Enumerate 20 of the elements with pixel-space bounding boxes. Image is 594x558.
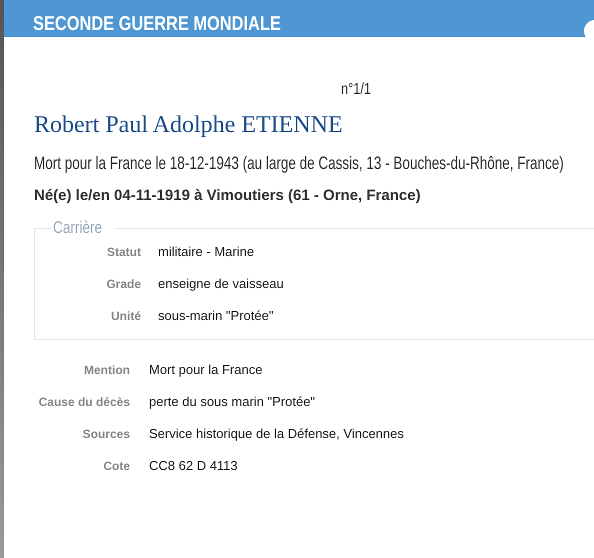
field-label: Unité bbox=[110, 309, 141, 323]
field-label: Sources bbox=[82, 427, 130, 441]
field-value: Mort pour la France bbox=[149, 362, 262, 377]
death-info: Mort pour la France le 18-12-1943 (au large de Cassis, 13 - Bouches-du-Rhône, France) bbox=[34, 153, 564, 174]
field-label: Statut bbox=[106, 245, 141, 259]
field-value: militaire - Marine bbox=[158, 244, 254, 259]
field-value: sous-marin "Protée" bbox=[158, 308, 274, 323]
birth-info: Né(e) le/en 04-11-1919 à Vimoutiers (61 - Orne, France) bbox=[34, 187, 422, 204]
person-name: Robert Paul Adolphe ETIENNE bbox=[34, 112, 344, 139]
field-value: Service historique de la Défense, Vincennes bbox=[149, 426, 404, 441]
record-number: n°1/1 bbox=[341, 81, 372, 99]
field-label: Grade bbox=[105, 277, 141, 291]
panel-legend: Carrière bbox=[53, 218, 101, 238]
field-label: Cote bbox=[102, 459, 130, 473]
field-value: perte du sous marin "Protée" bbox=[149, 394, 316, 409]
field-value: CC8 62 D 4113 bbox=[149, 458, 238, 473]
field-label: Mention bbox=[83, 363, 130, 377]
section-title: SECONDE GUERRE MONDIALE bbox=[33, 12, 281, 36]
field-value: enseigne de vaisseau bbox=[158, 276, 284, 291]
field-label: Cause du décès bbox=[38, 395, 130, 409]
